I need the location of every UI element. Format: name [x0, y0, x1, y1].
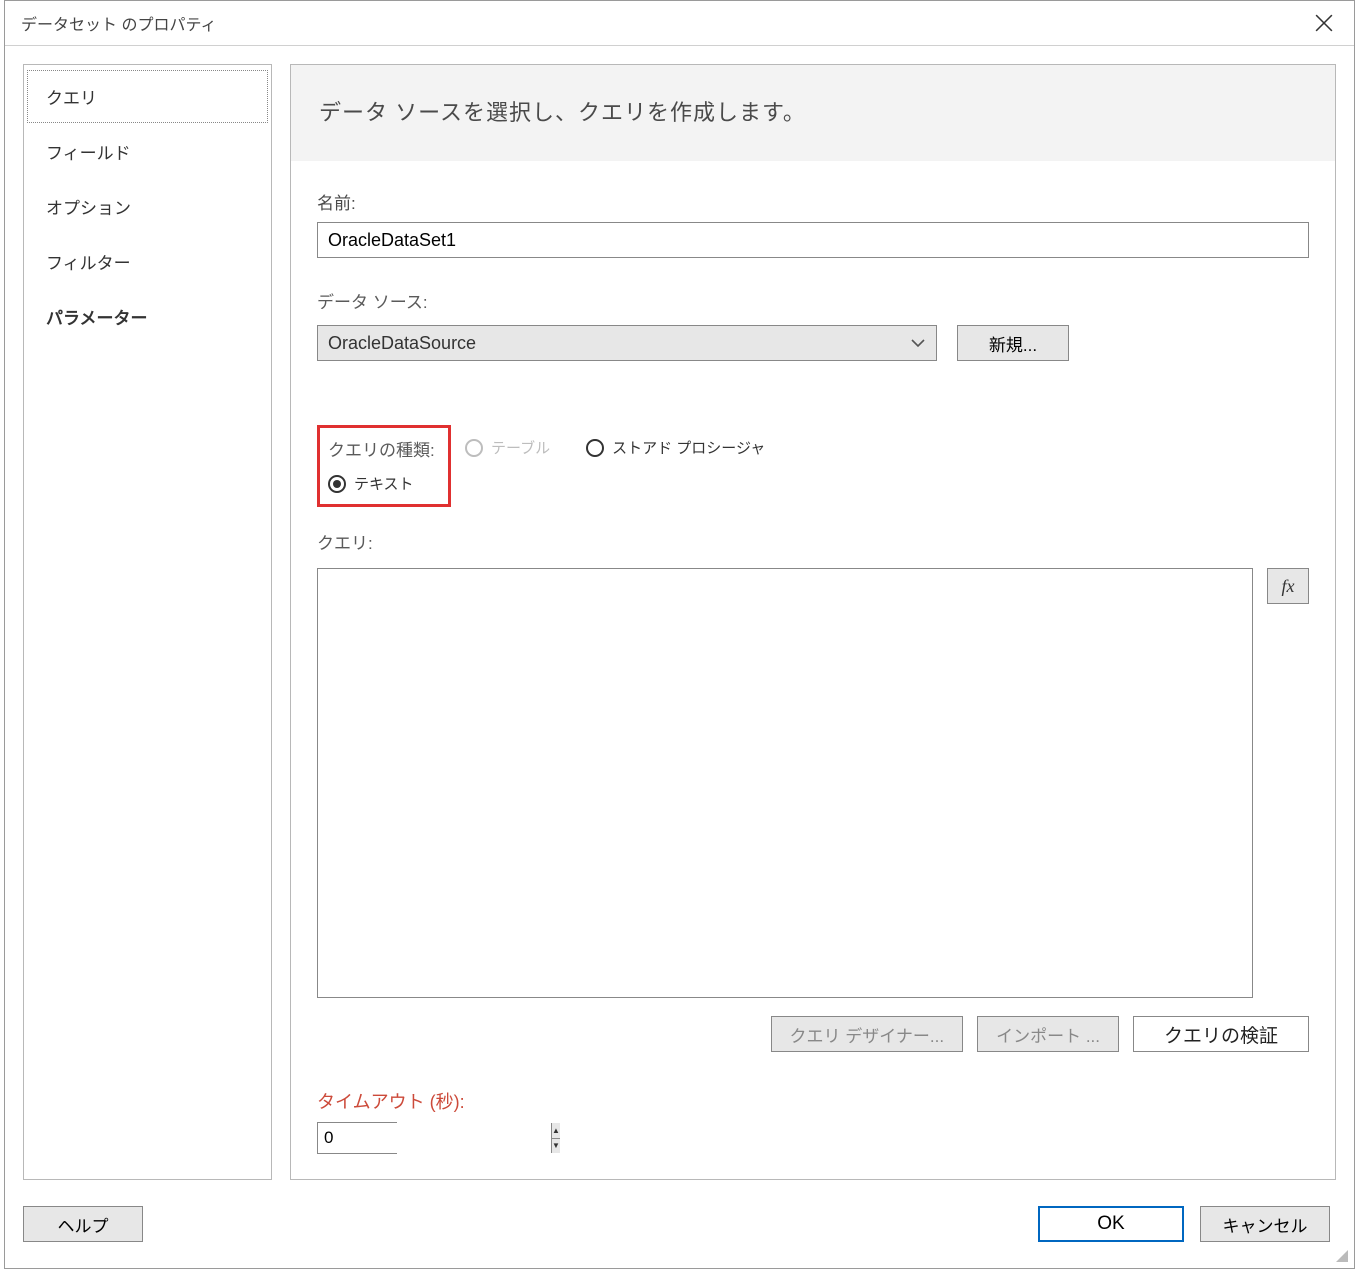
sidebar-item-label: パラメーター — [46, 309, 148, 328]
sidebar-item-options[interactable]: オプション — [27, 180, 268, 233]
content-body: 名前: データ ソース: OracleDataSource 新規... — [291, 161, 1335, 1179]
query-type-label: クエリの種類: — [328, 436, 438, 461]
radio-icon — [465, 439, 483, 457]
radio-stored-proc[interactable]: ストアド プロシージャ — [586, 437, 765, 458]
sidebar-nav: クエリ フィールド オプション フィルター パラメーター — [23, 64, 272, 1180]
close-icon — [1315, 14, 1333, 32]
content-header: データ ソースを選択し、クエリを作成します。 — [291, 65, 1335, 161]
sidebar-item-label: フィルター — [46, 254, 131, 273]
close-button[interactable] — [1301, 3, 1346, 43]
name-input[interactable] — [317, 222, 1309, 258]
radio-text[interactable]: テキスト — [328, 473, 438, 494]
query-label: クエリ: — [317, 529, 1309, 554]
footer-right: OK キャンセル — [1038, 1206, 1330, 1242]
dialog-title: データセット のプロパティ — [21, 11, 217, 35]
timeout-spinner[interactable]: ▲ ▼ — [317, 1122, 397, 1154]
radio-table: テーブル — [465, 437, 550, 458]
radio-label: テーブル — [491, 437, 550, 458]
spinner-buttons: ▲ ▼ — [551, 1123, 560, 1153]
query-textarea[interactable] — [317, 568, 1253, 998]
query-button-row: クエリ デザイナー... インポート ... クエリの検証 — [317, 1016, 1309, 1052]
query-area-row: fx — [317, 568, 1309, 998]
datasource-value: OracleDataSource — [328, 333, 476, 354]
help-button[interactable]: ヘルプ — [23, 1206, 143, 1242]
radio-icon — [328, 475, 346, 493]
fx-icon: fx — [1282, 576, 1295, 597]
sidebar-item-label: オプション — [46, 199, 131, 218]
query-type-section: クエリの種類: テキスト テーブル — [317, 393, 1309, 507]
new-datasource-button[interactable]: 新規... — [957, 325, 1069, 361]
spinner-down[interactable]: ▼ — [552, 1139, 560, 1154]
resize-grip-icon[interactable] — [1334, 1248, 1348, 1262]
sidebar-item-query[interactable]: クエリ — [27, 70, 268, 123]
chevron-down-icon — [910, 335, 926, 351]
timeout-section: タイムアウト (秒): ▲ ▼ — [317, 1082, 1309, 1154]
sidebar-item-parameters[interactable]: パラメーター — [27, 290, 268, 343]
ok-button[interactable]: OK — [1038, 1206, 1184, 1242]
main-row: クエリ フィールド オプション フィルター パラメーター データ ソースを選択し… — [23, 64, 1336, 1180]
content-panel: データ ソースを選択し、クエリを作成します。 名前: データ ソース: Orac… — [290, 64, 1336, 1180]
datasource-row: OracleDataSource 新規... — [317, 325, 1309, 361]
sidebar-item-label: クエリ — [46, 89, 97, 108]
radio-label: ストアド プロシージャ — [612, 437, 765, 458]
dataset-properties-dialog: データセット のプロパティ クエリ フィールド オプション — [4, 0, 1355, 1269]
import-button[interactable]: インポート ... — [977, 1016, 1119, 1052]
datasource-select[interactable]: OracleDataSource — [317, 325, 937, 361]
radio-icon — [586, 439, 604, 457]
cancel-button[interactable]: キャンセル — [1200, 1206, 1330, 1242]
timeout-input[interactable] — [318, 1123, 551, 1153]
query-type-highlight: クエリの種類: テキスト — [317, 425, 451, 507]
titlebar: データセット のプロパティ — [5, 1, 1354, 46]
spinner-up[interactable]: ▲ — [552, 1123, 560, 1139]
radio-label: テキスト — [354, 473, 414, 494]
validate-query-button[interactable]: クエリの検証 — [1133, 1016, 1309, 1052]
dialog-footer: ヘルプ OK キャンセル — [23, 1194, 1336, 1254]
sidebar-item-filters[interactable]: フィルター — [27, 235, 268, 288]
datasource-label: データ ソース: — [317, 288, 1309, 313]
query-type-other-options: テーブル ストアド プロシージャ — [465, 437, 765, 458]
dialog-body: クエリ フィールド オプション フィルター パラメーター データ ソースを選択し… — [5, 46, 1354, 1268]
sidebar-item-fields[interactable]: フィールド — [27, 125, 268, 178]
expression-fx-button[interactable]: fx — [1267, 568, 1309, 604]
timeout-label: タイムアウト (秒): — [317, 1088, 1309, 1114]
query-designer-button[interactable]: クエリ デザイナー... — [771, 1016, 964, 1052]
sidebar-item-label: フィールド — [46, 144, 131, 163]
name-label: 名前: — [317, 189, 1309, 214]
